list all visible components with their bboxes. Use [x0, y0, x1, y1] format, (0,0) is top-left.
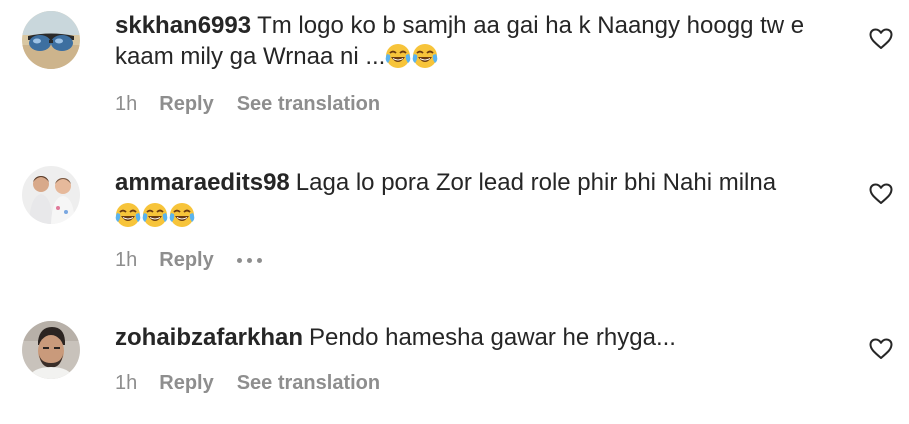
heart-outline-icon[interactable]: [869, 28, 893, 50]
face-with-tears-of-joy-icon: [169, 202, 195, 228]
comment-time: 1h: [115, 248, 138, 271]
sunglasses-avatar-icon: [22, 11, 80, 69]
comment-text: Laga lo pora Zor lead role phir bhi Nahi…: [295, 169, 777, 196]
more-options-icon[interactable]: [236, 257, 262, 263]
comment-text-line: ammaraedits98 Laga lo pora Zor lead role …: [115, 167, 845, 198]
comment-text-line: zohaibzafarkhan Pendo hamesha gawar he rh…: [115, 322, 845, 353]
comment-time: 1h: [115, 371, 138, 394]
face-with-tears-of-joy-icon: [412, 43, 438, 69]
kids-photo-avatar-icon: [22, 166, 80, 224]
avatar[interactable]: [22, 11, 80, 69]
comment-body: zohaibzafarkhan Pendo hamesha gawar he rh…: [115, 322, 845, 353]
comment-meta: 1h Reply: [115, 248, 262, 272]
comment-time: 1h: [115, 92, 138, 115]
comment-username[interactable]: ammaraedits98: [115, 169, 290, 196]
avatar[interactable]: [22, 166, 80, 224]
face-with-tears-of-joy-icon: [142, 202, 168, 228]
heart-outline-icon[interactable]: [869, 338, 893, 360]
comment-meta: 1h Reply See translation: [115, 371, 380, 395]
comment-body: ammaraedits98 Laga lo pora Zor lead role …: [115, 167, 845, 231]
heart-outline-icon[interactable]: [869, 183, 893, 205]
reply-button[interactable]: Reply: [159, 372, 213, 395]
see-translation-button[interactable]: See translation: [237, 372, 380, 395]
man-photo-avatar-icon: [22, 321, 80, 379]
see-translation-button[interactable]: See translation: [237, 93, 380, 116]
reply-button[interactable]: Reply: [159, 249, 213, 272]
comment-emoji-line: [115, 200, 845, 231]
comment-text-line: skkhan6993 Tm logo ko b samjh aa gai ha k…: [115, 10, 845, 72]
face-with-tears-of-joy-icon: [385, 43, 411, 69]
avatar[interactable]: [22, 321, 80, 379]
comment-body: skkhan6993 Tm logo ko b samjh aa gai ha k…: [115, 10, 845, 72]
reply-button[interactable]: Reply: [159, 93, 213, 116]
comment-username[interactable]: skkhan6993: [115, 12, 251, 39]
face-with-tears-of-joy-icon: [115, 202, 141, 228]
comment-username[interactable]: zohaibzafarkhan: [115, 324, 303, 351]
comment-text: Pendo hamesha gawar he rhyga...: [309, 324, 676, 351]
comment-meta: 1h Reply See translation: [115, 92, 380, 116]
